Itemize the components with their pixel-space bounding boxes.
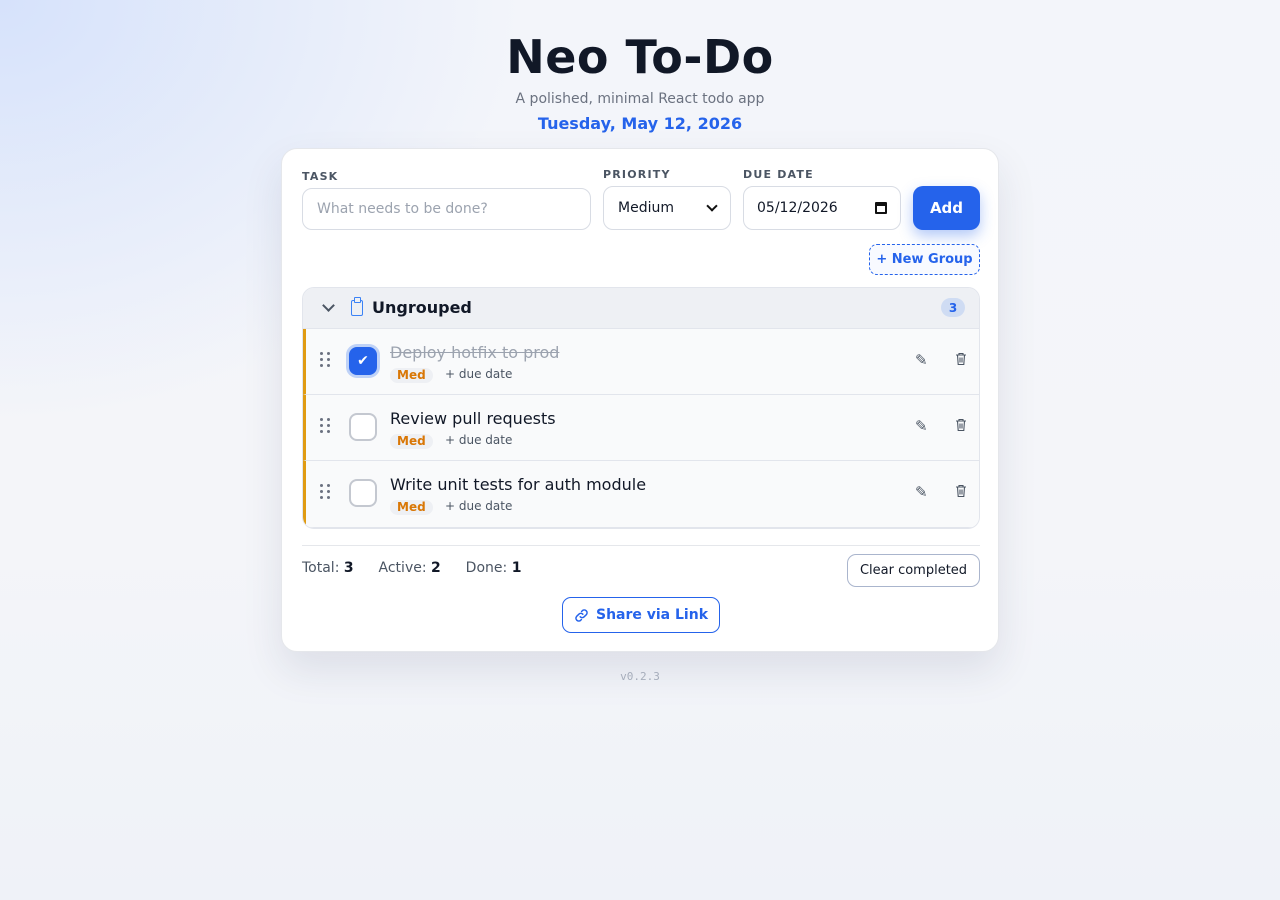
todo-item: Review pull requests Med + due date ✎ xyxy=(303,395,979,461)
add-due-date-link[interactable]: + due date xyxy=(445,499,512,513)
due-date-label: DUE DATE xyxy=(743,168,814,181)
clear-completed-button[interactable]: Clear completed xyxy=(847,554,980,587)
due-date-input[interactable]: 05/12/2026 xyxy=(743,186,901,230)
priority-badge: Med xyxy=(390,368,433,383)
priority-badge: Med xyxy=(390,500,433,515)
trash-icon[interactable] xyxy=(955,418,967,432)
group-ungrouped: Ungrouped 3 ✔ Deploy hotfix to prod Med … xyxy=(302,287,980,529)
clipboard-icon xyxy=(351,297,363,316)
add-due-date-link[interactable]: + due date xyxy=(445,367,512,381)
active-label: Active: xyxy=(378,560,427,576)
active-count: 2 xyxy=(431,560,441,576)
todo-title[interactable]: Write unit tests for auth module xyxy=(390,475,646,494)
task-input[interactable] xyxy=(302,188,591,230)
priority-select[interactable]: Medium xyxy=(603,186,731,230)
drag-handle-icon[interactable] xyxy=(320,484,330,500)
app-subtitle: A polished, minimal React todo app xyxy=(515,91,765,107)
app-title: Neo To-Do xyxy=(506,30,774,84)
divider xyxy=(302,545,980,546)
todo-checkbox[interactable] xyxy=(349,413,377,441)
pencil-icon[interactable]: ✎ xyxy=(915,483,928,501)
priority-badge: Med xyxy=(390,434,433,449)
version-label: v0.2.3 xyxy=(620,670,660,683)
group-count-badge: 3 xyxy=(941,298,965,317)
current-date: Tuesday, May 12, 2026 xyxy=(537,114,743,133)
task-label: TASK xyxy=(302,170,339,183)
share-link-button[interactable]: Share via Link xyxy=(562,597,720,633)
todo-card: TASK PRIORITY Medium DUE DATE 05/12/2026… xyxy=(281,148,999,652)
todo-item: Write unit tests for auth module Med + d… xyxy=(303,461,979,528)
priority-value: Medium xyxy=(618,200,674,216)
todo-title[interactable]: Deploy hotfix to prod xyxy=(390,343,559,362)
drag-handle-icon[interactable] xyxy=(320,418,330,434)
priority-label: PRIORITY xyxy=(603,168,671,181)
trash-icon[interactable] xyxy=(955,484,967,498)
group-title: Ungrouped xyxy=(372,298,472,317)
todo-checkbox[interactable]: ✔ xyxy=(349,347,377,375)
chevron-down-icon[interactable] xyxy=(322,299,335,312)
add-due-date-link[interactable]: + due date xyxy=(445,433,512,447)
add-button[interactable]: Add xyxy=(913,186,980,230)
link-icon xyxy=(575,608,588,622)
todo-checkbox[interactable] xyxy=(349,479,377,507)
done-label: Done: xyxy=(465,560,508,576)
total-count: 3 xyxy=(343,560,354,576)
header: Neo To-Do A polished, minimal React todo… xyxy=(0,30,1280,134)
share-label: Share via Link xyxy=(595,607,708,623)
drag-handle-icon[interactable] xyxy=(320,352,330,368)
calendar-icon[interactable] xyxy=(875,202,887,214)
stats-bar: Total: 3 Active: 2 Done: 1 xyxy=(302,560,521,576)
done-count: 1 xyxy=(511,560,522,576)
todo-item: ✔ Deploy hotfix to prod Med + due date ✎ xyxy=(303,329,979,395)
trash-icon[interactable] xyxy=(955,352,967,366)
new-group-button[interactable]: + New Group xyxy=(869,244,980,275)
due-date-value: 05/12/2026 xyxy=(757,200,838,216)
total-label: Total: xyxy=(302,560,340,576)
group-header[interactable]: Ungrouped 3 xyxy=(303,288,979,329)
todo-title[interactable]: Review pull requests xyxy=(390,409,556,428)
pencil-icon[interactable]: ✎ xyxy=(915,417,928,435)
chevron-down-icon xyxy=(706,200,718,212)
pencil-icon[interactable]: ✎ xyxy=(915,351,928,369)
